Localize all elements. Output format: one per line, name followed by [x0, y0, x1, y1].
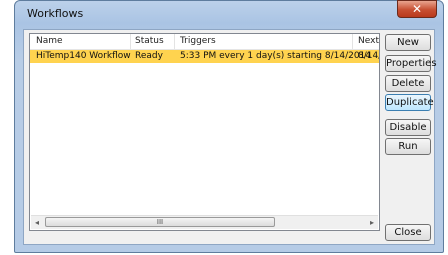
properties-button[interactable]: Properties	[385, 55, 437, 72]
window-title: Workflows	[27, 7, 84, 20]
horizontal-scrollbar[interactable]: ◂ III ▸	[31, 215, 378, 229]
row-name: HiTemp140 Workflow	[36, 51, 131, 61]
list-header: Name Status Triggers Next	[30, 34, 379, 50]
table-row[interactable]: HiTemp140 Workflow Ready 5:33 PM every 1…	[30, 50, 379, 63]
dialog-client-area: Name Status Triggers Next HiTemp140 Work…	[23, 29, 437, 245]
window-close-button[interactable]: ✕	[397, 0, 437, 18]
row-status: Ready	[135, 51, 163, 61]
new-button[interactable]: New	[385, 34, 431, 51]
delete-button[interactable]: Delete	[385, 75, 431, 92]
row-next: 8/14/	[358, 51, 380, 61]
disable-button[interactable]: Disable	[385, 119, 431, 136]
row-triggers: 5:33 PM every 1 day(s) starting 8/14/201…	[180, 51, 372, 61]
column-header-name[interactable]: Name	[36, 36, 63, 46]
scroll-thumb[interactable]: III	[45, 217, 275, 227]
close-button[interactable]: Close	[385, 224, 431, 241]
column-divider[interactable]	[130, 34, 131, 49]
column-divider[interactable]	[174, 34, 175, 49]
column-divider[interactable]	[352, 34, 353, 49]
column-header-status[interactable]: Status	[135, 36, 164, 46]
scroll-right-icon[interactable]: ▸	[366, 217, 378, 228]
duplicate-button[interactable]: Duplicate	[385, 94, 434, 111]
workflows-list[interactable]: Name Status Triggers Next HiTemp140 Work…	[29, 33, 380, 231]
run-button[interactable]: Run	[385, 138, 431, 155]
column-header-next[interactable]: Next	[358, 36, 379, 46]
workflows-dialog: Workflows ✕ Name Status Triggers Next Hi…	[14, 0, 444, 253]
scroll-left-icon[interactable]: ◂	[31, 217, 43, 228]
column-header-triggers[interactable]: Triggers	[180, 36, 216, 46]
